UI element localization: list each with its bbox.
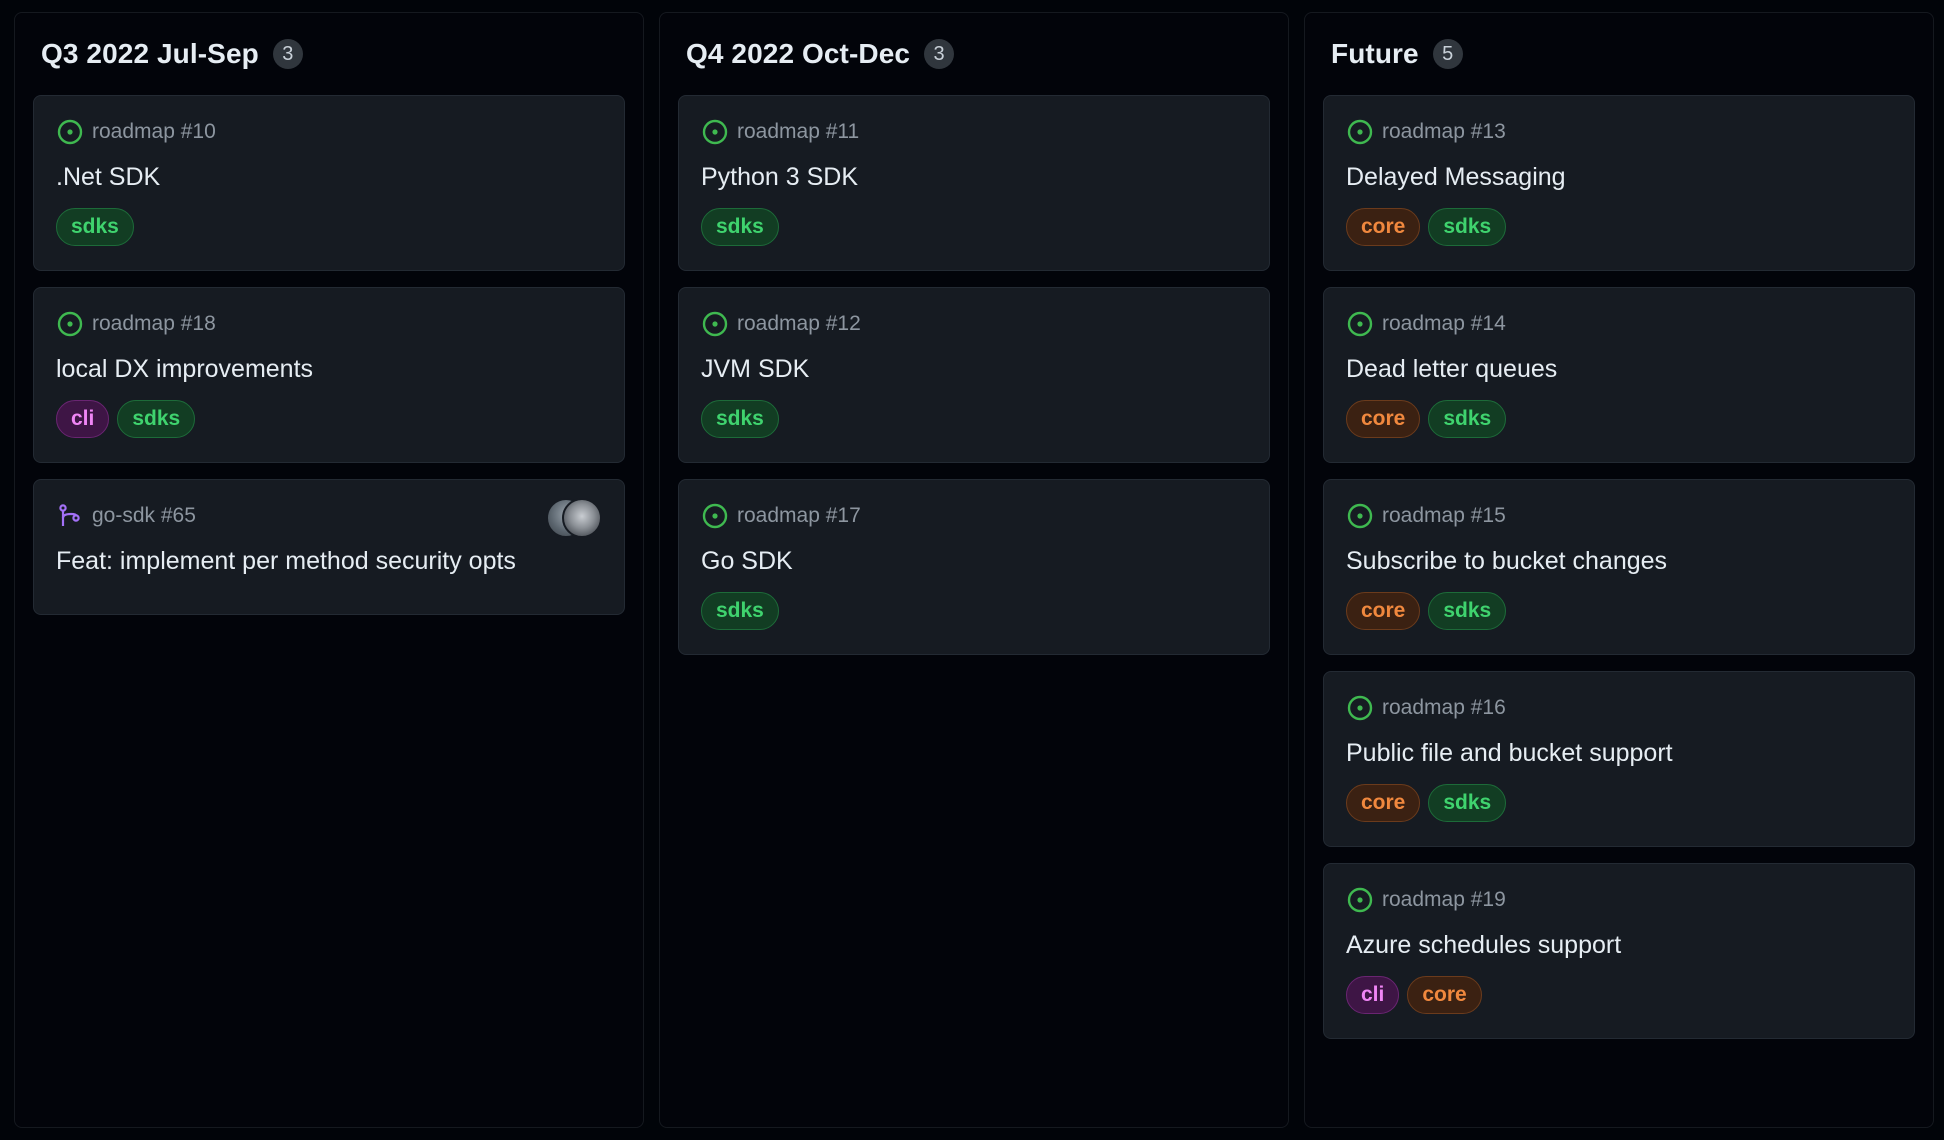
- assignee-avatars[interactable]: [546, 498, 602, 538]
- label-sdks[interactable]: sdks: [1428, 784, 1507, 822]
- card-reference[interactable]: roadmap #12: [737, 312, 861, 336]
- card-title[interactable]: Subscribe to bucket changes: [1346, 546, 1892, 576]
- card-title[interactable]: JVM SDK: [701, 354, 1247, 384]
- label-sdks[interactable]: sdks: [1428, 208, 1507, 246]
- column-count-badge: 5: [1432, 39, 1463, 69]
- card-title[interactable]: Azure schedules support: [1346, 930, 1892, 960]
- column-q4-2022: Q4 2022 Oct-Dec 3 roadmap #11 Python 3 S…: [659, 12, 1289, 1128]
- label-sdks[interactable]: sdks: [117, 400, 196, 438]
- avatar[interactable]: [562, 498, 602, 538]
- card-list: roadmap #13 Delayed Messaging core sdks …: [1323, 95, 1915, 1039]
- card-roadmap-14[interactable]: roadmap #14 Dead letter queues core sdks: [1323, 287, 1915, 463]
- issue-opened-icon: [701, 118, 729, 146]
- label-list: core sdks: [1346, 592, 1892, 630]
- card-roadmap-12[interactable]: roadmap #12 JVM SDK sdks: [678, 287, 1270, 463]
- issue-opened-icon: [1346, 502, 1374, 530]
- label-sdks[interactable]: sdks: [1428, 592, 1507, 630]
- column-count-badge: 3: [272, 39, 303, 69]
- card-list: roadmap #11 Python 3 SDK sdks roadmap #1…: [678, 95, 1270, 655]
- issue-opened-icon: [1346, 118, 1374, 146]
- column-title[interactable]: Q3 2022 Jul-Sep: [41, 38, 259, 70]
- label-core[interactable]: core: [1346, 208, 1421, 246]
- card-reference[interactable]: roadmap #11: [737, 120, 859, 144]
- card-roadmap-13[interactable]: roadmap #13 Delayed Messaging core sdks: [1323, 95, 1915, 271]
- label-list: core sdks: [1346, 784, 1892, 822]
- column-header: Q3 2022 Jul-Sep 3: [33, 13, 625, 95]
- card-roadmap-19[interactable]: roadmap #19 Azure schedules support cli …: [1323, 863, 1915, 1039]
- card-reference[interactable]: roadmap #16: [1382, 696, 1506, 720]
- label-core[interactable]: core: [1346, 592, 1421, 630]
- label-list: cli core: [1346, 976, 1892, 1014]
- issue-opened-icon: [1346, 694, 1374, 722]
- card-title[interactable]: Delayed Messaging: [1346, 162, 1892, 192]
- label-list: core sdks: [1346, 400, 1892, 438]
- card-roadmap-15[interactable]: roadmap #15 Subscribe to bucket changes …: [1323, 479, 1915, 655]
- card-reference[interactable]: go-sdk #65: [92, 504, 196, 528]
- column-future: Future 5 roadmap #13 Delayed Messaging c…: [1304, 12, 1934, 1128]
- card-reference[interactable]: roadmap #15: [1382, 504, 1506, 528]
- card-title[interactable]: Feat: implement per method security opts: [56, 546, 602, 576]
- issue-opened-icon: [701, 310, 729, 338]
- card-reference[interactable]: roadmap #19: [1382, 888, 1506, 912]
- label-sdks[interactable]: sdks: [701, 400, 779, 438]
- label-list: core sdks: [1346, 208, 1892, 246]
- project-board: Q3 2022 Jul-Sep 3 roadmap #10 .Net SDK s…: [0, 0, 1944, 1140]
- card-reference[interactable]: roadmap #18: [92, 312, 216, 336]
- card-reference[interactable]: roadmap #17: [737, 504, 861, 528]
- card-title[interactable]: local DX improvements: [56, 354, 602, 384]
- card-title[interactable]: Public file and bucket support: [1346, 738, 1892, 768]
- column-header: Future 5: [1323, 13, 1915, 95]
- label-list: sdks: [701, 208, 1247, 246]
- column-title[interactable]: Q4 2022 Oct-Dec: [686, 38, 910, 70]
- label-list: sdks: [701, 400, 1247, 438]
- column-title[interactable]: Future: [1331, 38, 1419, 70]
- card-list: roadmap #10 .Net SDK sdks roadmap #18 lo…: [33, 95, 625, 615]
- card-title[interactable]: .Net SDK: [56, 162, 602, 192]
- label-core[interactable]: core: [1346, 784, 1421, 822]
- issue-opened-icon: [1346, 310, 1374, 338]
- label-list: cli sdks: [56, 400, 602, 438]
- label-cli[interactable]: cli: [56, 400, 110, 438]
- label-sdks[interactable]: sdks: [701, 208, 779, 246]
- card-roadmap-18[interactable]: roadmap #18 local DX improvements cli sd…: [33, 287, 625, 463]
- card-roadmap-11[interactable]: roadmap #11 Python 3 SDK sdks: [678, 95, 1270, 271]
- card-roadmap-10[interactable]: roadmap #10 .Net SDK sdks: [33, 95, 625, 271]
- label-list: sdks: [701, 592, 1247, 630]
- card-reference[interactable]: roadmap #14: [1382, 312, 1506, 336]
- card-title[interactable]: Dead letter queues: [1346, 354, 1892, 384]
- column-header: Q4 2022 Oct-Dec 3: [678, 13, 1270, 95]
- label-cli[interactable]: cli: [1346, 976, 1400, 1014]
- label-sdks[interactable]: sdks: [1428, 400, 1507, 438]
- card-reference[interactable]: roadmap #13: [1382, 120, 1506, 144]
- label-sdks[interactable]: sdks: [701, 592, 779, 630]
- issue-opened-icon: [1346, 886, 1374, 914]
- column-count-badge: 3: [924, 39, 955, 69]
- label-core[interactable]: core: [1407, 976, 1482, 1014]
- issue-opened-icon: [701, 502, 729, 530]
- card-title[interactable]: Go SDK: [701, 546, 1247, 576]
- label-core[interactable]: core: [1346, 400, 1421, 438]
- label-sdks[interactable]: sdks: [56, 208, 134, 246]
- card-title[interactable]: Python 3 SDK: [701, 162, 1247, 192]
- card-roadmap-16[interactable]: roadmap #16 Public file and bucket suppo…: [1323, 671, 1915, 847]
- issue-opened-icon: [56, 118, 84, 146]
- card-go-sdk-65[interactable]: go-sdk #65 Feat: implement per method se…: [33, 479, 625, 615]
- label-list: sdks: [56, 208, 602, 246]
- issue-opened-icon: [56, 310, 84, 338]
- card-reference[interactable]: roadmap #10: [92, 120, 216, 144]
- column-q3-2022: Q3 2022 Jul-Sep 3 roadmap #10 .Net SDK s…: [14, 12, 644, 1128]
- git-pull-request-icon: [56, 502, 84, 530]
- card-roadmap-17[interactable]: roadmap #17 Go SDK sdks: [678, 479, 1270, 655]
